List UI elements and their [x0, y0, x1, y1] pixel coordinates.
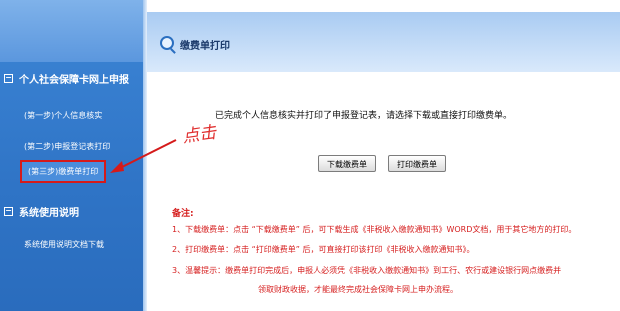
note-item: 1、下载缴费单：点击 “下载缴费单” 后，可下载生成《非税收入缴款通知书》WOR… — [172, 225, 577, 234]
sidebar-section-label: 个人社会保障卡网上申报 — [19, 74, 129, 86]
instruction-text: 已完成个人信息核实并打印了申报登记表，请选择下载或直接打印缴费单。 — [215, 111, 513, 121]
search-icon — [160, 36, 174, 50]
sidebar-section-label: 系统使用说明 — [19, 207, 79, 219]
annotation-click-label: 点击 — [181, 122, 218, 148]
collapse-icon[interactable]: − — [4, 73, 13, 83]
sidebar-item-step2-registration-print[interactable]: (第二步)申报登记表打印 — [24, 141, 110, 152]
note-item: 领取财政收据，才能最终完成社会保障卡网上申办流程。 — [258, 285, 458, 294]
notes-title: 备注: — [172, 209, 194, 219]
sidebar-item-step3-payment-print[interactable]: (第三步)缴费单打印 — [20, 160, 107, 183]
note-item: 3、温馨提示：缴费单打印完成后，申报人必须凭《非税收入缴款通知书》到工行、农行或… — [172, 266, 562, 275]
page-title: 缴费单打印 — [180, 41, 230, 52]
sidebar-section-system-guide[interactable]: − 系统使用说明 — [4, 202, 140, 220]
sidebar-section-social-security-card[interactable]: − 个人社会保障卡网上申报 — [4, 69, 140, 87]
download-payment-slip-button[interactable]: 下载缴费单 — [318, 155, 376, 172]
collapse-icon[interactable]: − — [4, 206, 13, 216]
sidebar-item-guide-download[interactable]: 系统使用说明文档下载 — [24, 239, 104, 250]
note-item: 2、打印缴费单：点击 “打印缴费单” 后，可直接打印该打印《非税收入缴款通知书》… — [172, 245, 475, 254]
sidebar-item-step1-info-verify[interactable]: (第一步)个人信息核实 — [24, 110, 102, 121]
print-payment-slip-button[interactable]: 打印缴费单 — [388, 155, 446, 172]
sidebar-header-strip — [0, 0, 143, 62]
